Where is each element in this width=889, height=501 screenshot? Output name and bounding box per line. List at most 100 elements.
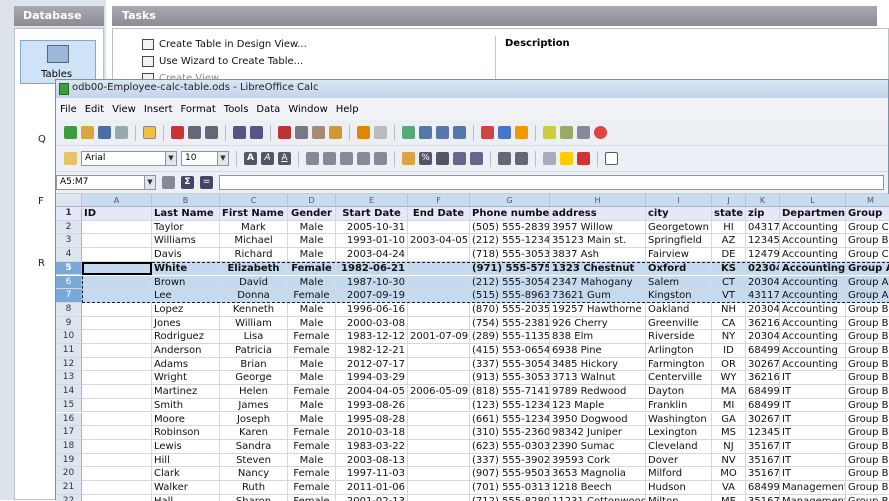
cell[interactable]: [82, 330, 152, 344]
menu-insert[interactable]: Insert: [144, 104, 173, 115]
cell[interactable]: Anderson: [152, 344, 220, 358]
cell[interactable]: [82, 289, 152, 303]
cell[interactable]: [82, 467, 152, 481]
cell[interactable]: [408, 467, 470, 481]
cell[interactable]: Group A: [846, 289, 889, 303]
column-header[interactable]: B: [152, 194, 220, 207]
spellcheck-icon[interactable]: [233, 126, 246, 139]
cell[interactable]: 1983-03-22: [336, 439, 408, 454]
cell[interactable]: Salem: [646, 275, 712, 290]
cell[interactable]: MI: [712, 398, 746, 413]
cell[interactable]: 2006-05-09: [408, 385, 470, 399]
cell[interactable]: Group B: [846, 234, 889, 249]
cell[interactable]: 1983-12-12: [336, 330, 408, 344]
cell[interactable]: Ruth: [220, 481, 288, 495]
cell[interactable]: Female: [288, 261, 336, 276]
borders-icon[interactable]: [543, 152, 556, 165]
menu-data[interactable]: Data: [256, 104, 280, 115]
cell[interactable]: Adams: [152, 357, 220, 372]
cell[interactable]: Female: [288, 344, 336, 358]
cell[interactable]: (870) 555-2035: [470, 302, 550, 317]
cell[interactable]: NH: [712, 302, 746, 317]
cell[interactable]: 30267: [746, 357, 780, 372]
cell[interactable]: MA: [712, 385, 746, 399]
cell[interactable]: IT: [780, 467, 846, 481]
cell[interactable]: [82, 426, 152, 440]
cell[interactable]: 73621 Gum: [550, 289, 646, 303]
row-header[interactable]: 1: [56, 207, 82, 221]
cell[interactable]: 9789 Redwood: [550, 385, 646, 399]
cell[interactable]: 3837 Ash: [550, 248, 646, 262]
cell[interactable]: [408, 481, 470, 495]
row-header[interactable]: 20: [56, 467, 82, 481]
cell[interactable]: [408, 426, 470, 440]
cell[interactable]: address: [550, 207, 646, 221]
cell[interactable]: 68499: [746, 481, 780, 495]
cell[interactable]: [408, 220, 470, 235]
cell[interactable]: 926 Cherry: [550, 316, 646, 331]
cell[interactable]: Accounting: [780, 330, 846, 344]
cell[interactable]: Davis: [152, 248, 220, 262]
row-header[interactable]: 19: [56, 453, 82, 468]
cell[interactable]: Lopez: [152, 302, 220, 317]
cell[interactable]: [82, 261, 152, 276]
cell[interactable]: [408, 344, 470, 358]
cell[interactable]: Group B: [846, 454, 889, 468]
cell[interactable]: 02304: [746, 261, 780, 276]
add-decimal-icon[interactable]: [453, 152, 466, 165]
cell[interactable]: George: [220, 371, 288, 386]
cell[interactable]: [82, 439, 152, 454]
cell[interactable]: Female: [288, 426, 336, 440]
formula-input[interactable]: [219, 175, 884, 190]
edit-mode-icon[interactable]: [143, 126, 156, 139]
cell[interactable]: 1218 Beech: [550, 481, 646, 495]
cell[interactable]: (123) 555-1234: [470, 398, 550, 413]
cell[interactable]: Moore: [152, 412, 220, 427]
cell[interactable]: 1982-06-21: [336, 261, 408, 276]
cell[interactable]: Dover: [646, 453, 712, 468]
cell[interactable]: Male: [288, 453, 336, 468]
cell[interactable]: 2010-03-18: [336, 426, 408, 440]
cell[interactable]: Group B: [846, 440, 889, 454]
row-header[interactable]: 11: [56, 344, 82, 358]
menu-window[interactable]: Window: [288, 104, 327, 115]
cell[interactable]: IT: [780, 398, 846, 413]
help-icon[interactable]: [594, 126, 607, 139]
cell[interactable]: Lee: [152, 289, 220, 303]
cell[interactable]: MS: [712, 426, 746, 440]
cell[interactable]: Accounting: [780, 275, 846, 290]
menu-edit[interactable]: Edit: [85, 104, 104, 115]
align-right-icon[interactable]: [340, 152, 353, 165]
cell[interactable]: [82, 248, 152, 262]
cell[interactable]: 12345: [746, 234, 780, 249]
cell[interactable]: Greenville: [646, 316, 712, 331]
cell[interactable]: (712) 555-8280: [470, 494, 550, 501]
queries-label[interactable]: Q: [38, 134, 46, 145]
cell[interactable]: [408, 357, 470, 372]
column-header[interactable]: A: [82, 194, 152, 207]
grid-lines-icon[interactable]: [605, 152, 618, 165]
cell[interactable]: [408, 261, 470, 276]
cell[interactable]: First Name: [220, 207, 288, 221]
task-create-design[interactable]: Create Table in Design View...: [142, 39, 307, 50]
cell[interactable]: Group B: [846, 399, 889, 413]
cell[interactable]: Group B: [846, 481, 889, 495]
row-header[interactable]: 8: [56, 302, 82, 317]
cell[interactable]: End Date: [408, 207, 470, 221]
decrease-indent-icon[interactable]: [498, 152, 511, 165]
cell[interactable]: HI: [712, 220, 746, 235]
cell[interactable]: 2390 Sumac: [550, 439, 646, 454]
cell[interactable]: 35123 Main st.: [550, 234, 646, 249]
cell[interactable]: Group B: [846, 317, 889, 331]
cell[interactable]: IT: [780, 412, 846, 427]
cell[interactable]: 39593 Cork: [550, 453, 646, 468]
cell[interactable]: 2012-07-17: [336, 357, 408, 372]
cell[interactable]: Accounting: [780, 302, 846, 317]
cell[interactable]: [82, 344, 152, 358]
align-center-icon[interactable]: [323, 152, 336, 165]
chart-icon[interactable]: [481, 126, 494, 139]
cell[interactable]: CT: [712, 275, 746, 290]
percent-icon[interactable]: %: [419, 152, 432, 165]
cell[interactable]: Male: [288, 357, 336, 372]
cell[interactable]: Hudson: [646, 481, 712, 495]
